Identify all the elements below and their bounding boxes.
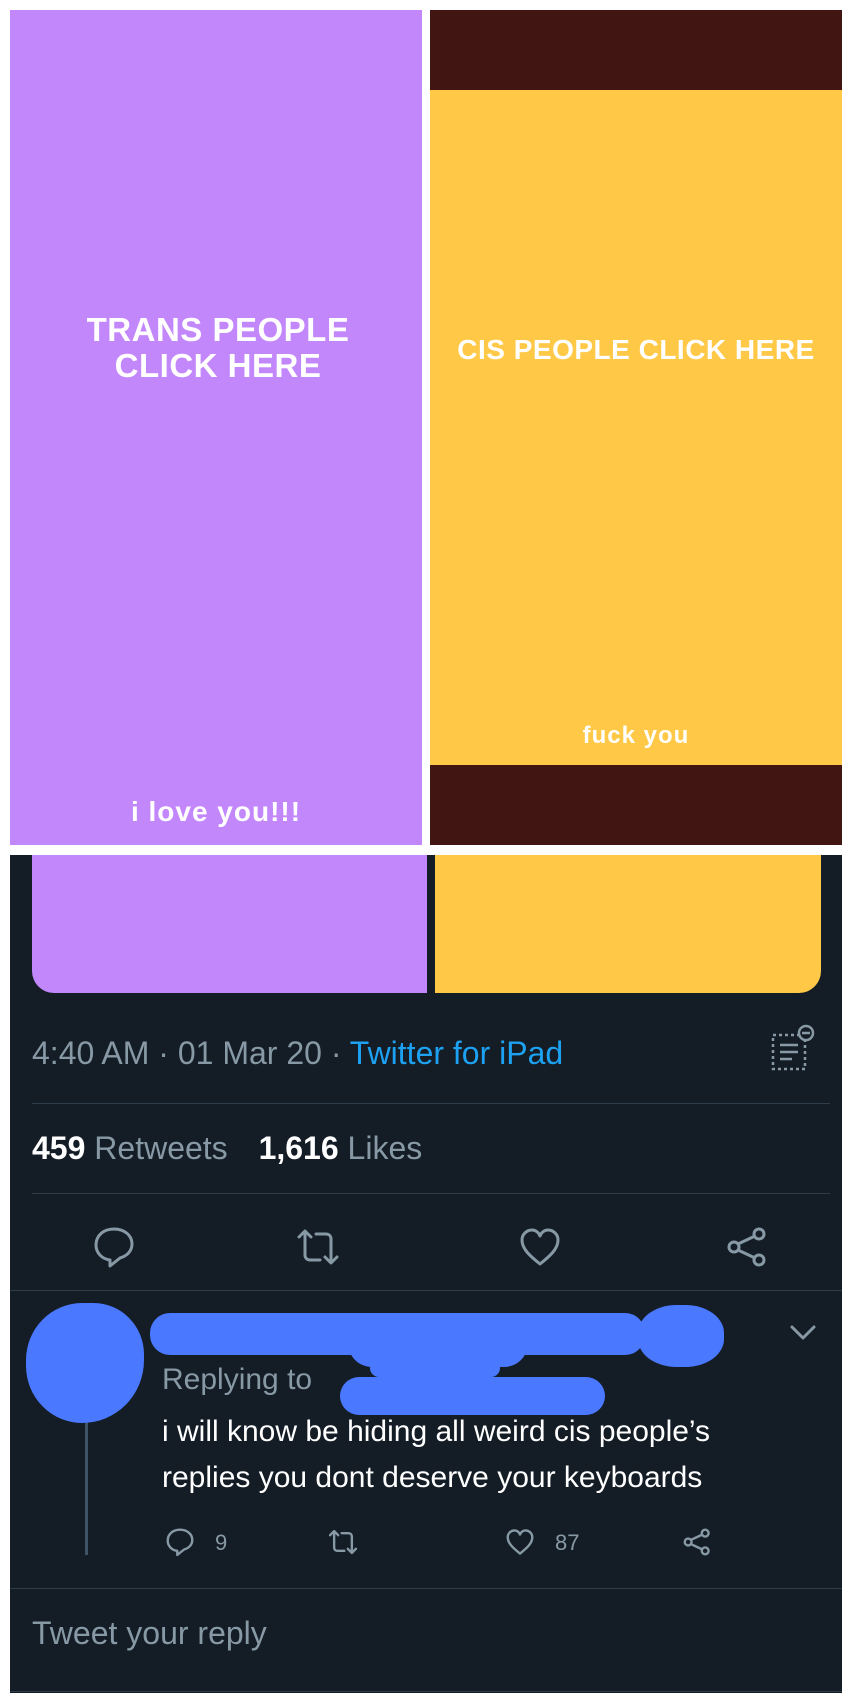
divider <box>32 1103 830 1104</box>
share-icon[interactable] <box>682 1527 712 1557</box>
reply-text-line1: i will know be hiding all weird cis peop… <box>162 1415 711 1448</box>
tweet-reply-input[interactable]: Tweet your reply <box>32 1615 267 1652</box>
reply-icon[interactable] <box>92 1225 136 1269</box>
tweet-detail-panel: 4:40 AM · 01 Mar 20 · Twitter for iPad 4… <box>10 855 842 1693</box>
retweet-icon[interactable] <box>296 1225 340 1269</box>
like-count: 87 <box>555 1530 580 1555</box>
divider <box>10 1290 842 1291</box>
top-dark-bar <box>430 10 842 90</box>
cis-caption: fuck you <box>582 722 690 749</box>
divider <box>32 1193 830 1194</box>
trans-headline: TRANS PEOPLE CLICK HERE <box>86 311 350 384</box>
reply-text-line2: replies you dont deserve your keyboards <box>162 1461 703 1494</box>
cis-image-tile[interactable]: CIS PEOPLE CLICK HERE fuck you <box>430 10 842 845</box>
trans-image-tile[interactable]: TRANS PEOPLE CLICK HERE i love you!!! <box>10 10 422 845</box>
divider <box>10 1691 842 1692</box>
tweet-source-link[interactable]: Twitter for iPad <box>350 1035 563 1071</box>
reply-count: 9 <box>215 1530 228 1555</box>
tweet-stats: 459 Retweets 1,616 Likes <box>32 1130 444 1167</box>
media-preview-left[interactable] <box>32 855 427 993</box>
media-preview-right[interactable] <box>435 855 821 993</box>
share-icon[interactable] <box>725 1225 769 1269</box>
tweet-time: 4:40 AM <box>32 1035 150 1071</box>
likes-label[interactable]: Likes <box>348 1130 423 1166</box>
retweets-label[interactable]: Retweets <box>94 1130 227 1166</box>
analytics-icon[interactable] <box>770 1023 816 1073</box>
like-icon[interactable] <box>518 1225 562 1269</box>
redacted-handle-blob <box>638 1305 724 1367</box>
retweets-count[interactable]: 459 <box>32 1130 85 1166</box>
tweet-meta: 4:40 AM · 01 Mar 20 · Twitter for iPad <box>32 1035 564 1071</box>
likes-count[interactable]: 1,616 <box>259 1130 339 1166</box>
redacted-avatar[interactable] <box>26 1303 144 1423</box>
heart-icon[interactable] <box>505 1527 535 1557</box>
tweet-date: 01 Mar 20 <box>177 1035 322 1071</box>
trans-caption: i love you!!! <box>130 796 302 827</box>
redacted-scribble <box>370 1359 500 1377</box>
retweet-icon[interactable] <box>328 1527 358 1557</box>
chevron-down-icon[interactable] <box>788 1323 818 1343</box>
bottom-dark-bar <box>430 765 842 845</box>
reply-icon[interactable] <box>165 1527 195 1557</box>
divider <box>10 1588 842 1589</box>
screenshot-collage: TRANS PEOPLE CLICK HERE i love you!!! CI… <box>0 0 851 1702</box>
cis-headline: CIS PEOPLE CLICK HERE <box>457 334 815 365</box>
replying-to-label: Replying to <box>162 1363 313 1396</box>
